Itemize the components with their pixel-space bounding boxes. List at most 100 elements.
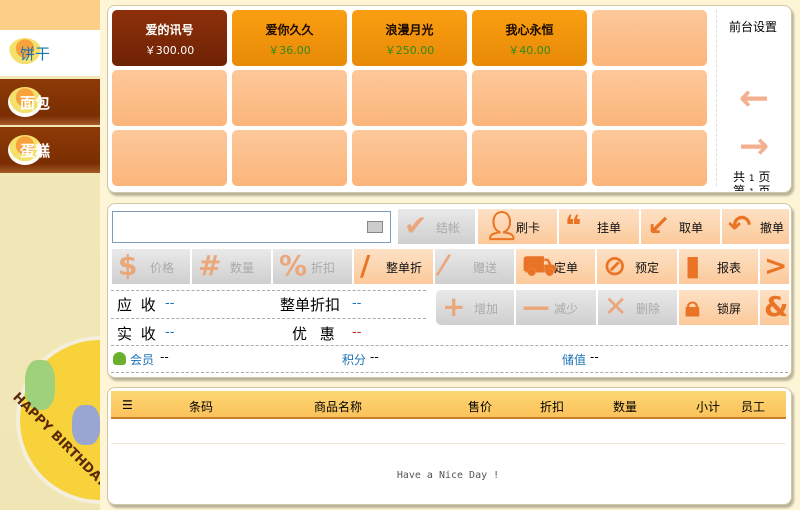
column-discount: 折扣 xyxy=(540,400,565,414)
discount-button[interactable]: % 折扣 xyxy=(273,249,353,284)
category-label: 面包 xyxy=(20,94,51,112)
points-label: 积分 xyxy=(342,353,367,367)
x-icon: ✕ xyxy=(604,290,628,323)
next-page-arrow-icon[interactable]: → xyxy=(739,129,775,165)
column-menu-icon[interactable]: ☰ xyxy=(122,398,133,412)
product-name: 爱的讯号 xyxy=(145,23,194,37)
amp-button[interactable]: & xyxy=(760,290,790,325)
sidebar-top-band xyxy=(0,0,100,30)
checkout-button[interactable]: ✔ 结帐 xyxy=(398,209,476,244)
cancel-order-button[interactable]: ↶ 撤单 xyxy=(722,209,790,244)
product-price: ￥40.00 xyxy=(508,44,551,57)
empty-product-cell[interactable] xyxy=(472,130,587,186)
product-cell[interactable]: 爱你久久 ￥36.00 xyxy=(232,10,347,66)
add-button[interactable]: + 增加 xyxy=(436,290,515,325)
slash-icon: / xyxy=(360,249,371,282)
plus-icon: + xyxy=(442,290,466,323)
check-icon: ✔ xyxy=(404,209,428,242)
empty-product-cell[interactable] xyxy=(112,70,227,126)
delete-button[interactable]: ✕ 删除 xyxy=(598,290,678,325)
bar-chart-icon: ▮ xyxy=(685,249,701,282)
empty-product-cell[interactable] xyxy=(472,70,587,126)
minus-icon: — xyxy=(522,290,550,323)
swipe-card-button[interactable]: 👤︎ 刷卡 xyxy=(478,209,558,244)
order-discount-value: -- xyxy=(352,296,362,311)
receivable-value: -- xyxy=(165,296,175,311)
quantity-button[interactable]: # 数量 xyxy=(192,249,272,284)
product-cell[interactable]: 我心永恒 ￥40.00 xyxy=(472,10,587,66)
column-staff: 员工 xyxy=(741,400,766,414)
birthday-cake-image: HAPPY BIRTHDAY xyxy=(0,320,100,508)
frontdesk-settings-link[interactable]: 前台设置 xyxy=(729,18,777,35)
product-cell[interactable]: 爱的讯号 ￥300.00 xyxy=(112,10,227,66)
empty-product-cell[interactable] xyxy=(352,130,467,186)
product-price: ￥300.00 xyxy=(144,44,195,57)
member-value: -- xyxy=(160,350,169,364)
barcode-input[interactable] xyxy=(112,211,391,243)
product-name: 爱你久久 xyxy=(265,23,314,37)
page-indicator: 共 1 页 第 1 页 xyxy=(733,171,771,191)
product-name: 浪漫月光 xyxy=(385,23,434,37)
dollar-icon: $ xyxy=(118,249,138,282)
empty-product-cell[interactable] xyxy=(232,130,347,186)
order-discount-label: 整单折扣 xyxy=(280,296,341,314)
gift-button[interactable]: ⁄ 赠送 xyxy=(435,249,515,284)
empty-product-cell[interactable] xyxy=(112,130,227,186)
operation-panel: ✔ 结帐 👤︎ 刷卡 ❝ 挂单 ↙ 取单 ↶ 撤单 $ 价格 # 数量 % 折扣 / 整单折 ⁄ 赠… xyxy=(107,203,792,378)
empty-product-cell[interactable] xyxy=(592,130,707,186)
footer-message: Have a Nice Day ! xyxy=(396,470,500,481)
empty-product-cell[interactable] xyxy=(592,70,707,126)
order-table-panel: ☰ 条码 商品名称 售价 折扣 数量 小计 员工 Have a Nice Day… xyxy=(107,387,792,505)
order-button[interactable]: ⛟ 定单 xyxy=(516,249,596,284)
retrieve-order-button[interactable]: ↙ 取单 xyxy=(641,209,721,244)
promo-value: -- xyxy=(352,325,362,340)
product-cell[interactable]: 浪漫月光 ￥250.00 xyxy=(352,10,467,66)
keyboard-icon[interactable] xyxy=(367,221,383,233)
column-subtotal: 小计 xyxy=(696,400,721,414)
cart-icon: ⛟ xyxy=(522,249,558,282)
product-price: ￥250.00 xyxy=(384,44,435,57)
percent-icon: % xyxy=(279,249,308,282)
user-icon: 👤︎ xyxy=(484,209,520,242)
more-button[interactable]: > xyxy=(760,249,790,284)
category-cake[interactable]: 蛋糕 xyxy=(0,127,100,173)
row-divider xyxy=(111,443,786,444)
undo-icon: ↶ xyxy=(728,209,752,242)
product-panel: 爱的讯号 ￥300.00 爱你久久 ￥36.00 浪漫月光 ￥250.00 我心永恒 ￥40.… xyxy=(107,5,792,193)
hash-icon: # xyxy=(198,249,222,282)
reserve-button[interactable]: ⊘ 预定 xyxy=(597,249,678,284)
empty-product-cell[interactable] xyxy=(232,70,347,126)
category-sidebar: 饼干 面包 蛋糕 HAPPY BIRTHDAY xyxy=(0,0,100,510)
received-label: 实 收 xyxy=(117,325,158,343)
paperclip-icon: ⊘ xyxy=(603,249,627,282)
chevron-right-icon: > xyxy=(764,249,788,282)
prev-page-arrow-icon[interactable]: ← xyxy=(739,81,775,117)
hold-order-button[interactable]: ❝ 挂单 xyxy=(559,209,640,244)
balance-label: 储值 xyxy=(562,353,587,367)
empty-product-cell[interactable] xyxy=(592,10,707,66)
lock-screen-button[interactable]: 🔒︎ 锁屏 xyxy=(679,290,759,325)
member-label[interactable]: 会员 xyxy=(130,351,154,368)
table-header: ☰ 条码 商品名称 售价 折扣 数量 小计 员工 xyxy=(111,391,786,419)
column-price: 售价 xyxy=(468,400,493,414)
product-price: ￥36.00 xyxy=(268,44,311,57)
empty-product-cell[interactable] xyxy=(352,70,467,126)
magic-wand-icon: ⁄ xyxy=(441,249,446,282)
column-quantity: 数量 xyxy=(613,400,638,414)
page-controls: 前台设置 ← → 共 1 页 第 1 页 xyxy=(716,10,791,191)
quote-icon: ❝ xyxy=(565,209,582,242)
price-button[interactable]: $ 价格 xyxy=(112,249,191,284)
points-value: -- xyxy=(370,350,379,364)
reduce-button[interactable]: — 减少 xyxy=(516,290,597,325)
column-product-name: 商品名称 xyxy=(314,400,363,414)
received-value: -- xyxy=(165,325,175,340)
report-button[interactable]: ▮ 报表 xyxy=(679,249,759,284)
promo-label: 优 惠 xyxy=(292,325,339,343)
category-label: 蛋糕 xyxy=(20,142,51,160)
balance-value: -- xyxy=(590,350,599,364)
category-cookies[interactable]: 饼干 xyxy=(0,30,100,76)
order-discount-button[interactable]: / 整单折 xyxy=(354,249,434,284)
category-bread[interactable]: 面包 xyxy=(0,79,100,125)
arrow-down-left-icon: ↙ xyxy=(647,209,671,242)
receivable-label: 应 收 xyxy=(117,296,158,314)
